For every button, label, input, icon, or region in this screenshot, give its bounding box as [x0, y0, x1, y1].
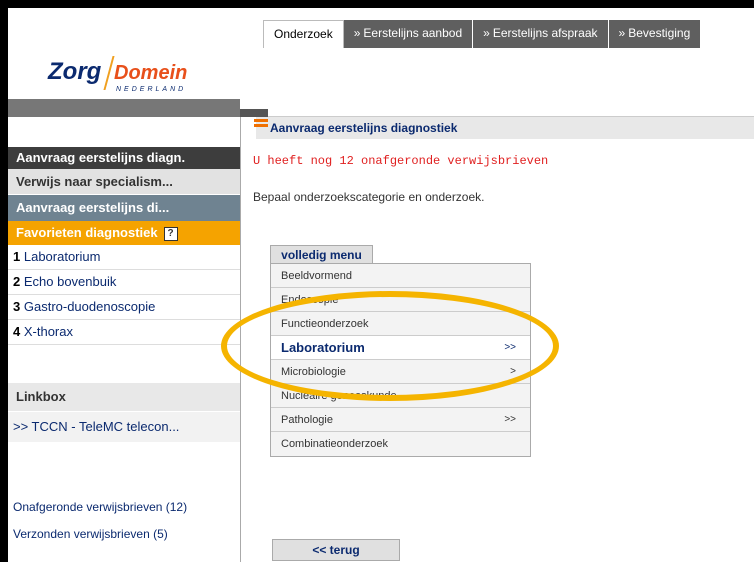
chevron-icon: » — [618, 26, 626, 40]
sidebar: Aanvraag eerstelijns diagn. Verwijs naar… — [8, 117, 241, 562]
warning-message[interactable]: U heeft nog 12 onafgeronde verwijsbrieve… — [253, 154, 548, 168]
menu-item-label: Laboratorium — [281, 340, 365, 355]
tab-bevestiging[interactable]: » Bevestiging — [608, 20, 702, 48]
logo-slash — [103, 56, 115, 90]
fav-label: Laboratorium — [23, 249, 101, 264]
double-arrow-icon: >> — [504, 414, 516, 425]
menu-item-label: Combinatieonderzoek — [281, 438, 389, 450]
fav-label: Echo bovenbuik — [23, 274, 117, 289]
linkbox-item-tccn[interactable]: >> TCCN - TeleMC telecon... — [8, 411, 240, 442]
tab-label: Bevestiging — [628, 26, 691, 40]
sidebar-item-verwijs[interactable]: Verwijs naar specialism... — [8, 169, 240, 195]
tab-label: Onderzoek — [274, 27, 333, 41]
menu-item-label: Pathologie — [281, 414, 333, 426]
app-frame: Onderzoek » Eerstelijns aanbod » Eerstelij… — [8, 8, 754, 562]
tab-label: Eerstelijns aanbod — [363, 26, 463, 40]
header-strip — [8, 99, 240, 117]
page-title: Aanvraag eerstelijns diagnostiek — [270, 121, 458, 135]
full-menu-tab[interactable]: volledig menu — [270, 245, 373, 263]
tab-eerstelijns-afspraak[interactable]: » Eerstelijns afspraak — [473, 20, 609, 48]
favorite-item-echo[interactable]: 2 Echo bovenbuik — [8, 270, 240, 295]
favorites-header: Favorieten diagnostiek? — [8, 221, 240, 245]
arrow-icon: > — [510, 366, 516, 377]
favorite-item-gastro[interactable]: 3 Gastro-duodenoscopie — [8, 295, 240, 320]
link-unfinished-letters[interactable]: Onafgeronde verwijsbrieven (12) — [13, 500, 187, 514]
menu-item-label: Beeldvormend — [281, 270, 352, 282]
fav-number: 4 — [13, 324, 21, 339]
category-menu: Beeldvormend Endoscopie Functieonderzoek… — [270, 263, 531, 457]
menu-item-label: Functieonderzoek — [281, 318, 369, 330]
zorgdomein-logo: Zorg Domein NEDERLAND — [48, 54, 208, 98]
page-title-bar: Aanvraag eerstelijns diagnostiek — [240, 109, 754, 139]
section-icon — [240, 109, 268, 127]
double-arrow-icon: >> — [504, 342, 516, 353]
favorite-item-laboratorium[interactable]: 1 Laboratorium — [8, 245, 240, 270]
menu-item-label: Endoscopie — [281, 294, 339, 306]
menu-item-endoscopie[interactable]: Endoscopie — [271, 288, 530, 312]
link-sent-letters[interactable]: Verzonden verwijsbrieven (5) — [13, 527, 168, 541]
logo-zorg: Zorg — [48, 58, 102, 85]
instruction-text: Bepaal onderzoekscategorie en onderzoek. — [253, 190, 485, 204]
menu-item-nucleaire[interactable]: Nucleaire geneeskunde — [271, 384, 530, 408]
menu-item-label: Microbiologie — [281, 366, 346, 378]
tab-onderzoek[interactable]: Onderzoek — [263, 20, 344, 48]
tab-label: Eerstelijns afspraak — [492, 26, 598, 40]
sidebar-item-aanvraag[interactable]: Aanvraag eerstelijns di... — [8, 195, 240, 221]
step-tabs: Onderzoek » Eerstelijns aanbod » Eerstelij… — [263, 20, 702, 48]
fav-number: 2 — [13, 274, 21, 289]
menu-item-beeldvormend[interactable]: Beeldvormend — [271, 264, 530, 288]
linkbox-title: Linkbox — [8, 383, 240, 411]
menu-item-label: Nucleaire geneeskunde — [281, 390, 397, 402]
menu-item-functieonderzoek[interactable]: Functieonderzoek — [271, 312, 530, 336]
favorites-label: Favorieten diagnostiek — [16, 225, 158, 240]
chevron-icon: » — [483, 26, 490, 40]
menu-item-microbiologie[interactable]: Microbiologie > — [271, 360, 530, 384]
fav-number: 3 — [13, 299, 21, 314]
menu-item-laboratorium[interactable]: Laboratorium >> — [271, 336, 530, 360]
back-button[interactable]: << terug — [272, 539, 400, 561]
fav-number: 1 — [13, 249, 21, 264]
fav-label: X-thorax — [23, 324, 73, 339]
menu-item-pathologie[interactable]: Pathologie >> — [271, 408, 530, 432]
chevron-icon: » — [353, 26, 361, 40]
logo-subtitle: NEDERLAND — [116, 86, 187, 93]
menu-item-combinatie[interactable]: Combinatieonderzoek — [271, 432, 530, 456]
logo-domein: Domein — [114, 62, 188, 84]
tab-eerstelijns-aanbod[interactable]: » Eerstelijns aanbod — [343, 20, 474, 48]
favorite-item-xthorax[interactable]: 4 X-thorax — [8, 320, 240, 345]
help-icon[interactable]: ? — [163, 226, 178, 241]
fav-label: Gastro-duodenoscopie — [23, 299, 156, 314]
sidebar-header: Aanvraag eerstelijns diagn. — [8, 147, 240, 169]
